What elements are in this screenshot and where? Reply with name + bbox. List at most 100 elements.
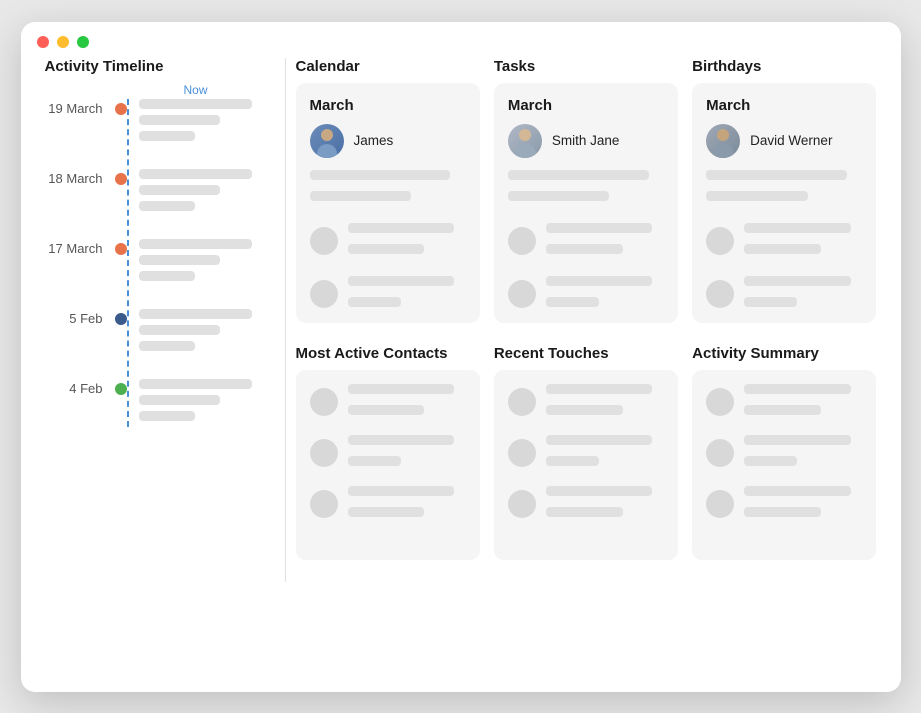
calendar-skeletons [310, 170, 466, 313]
skeleton-group [310, 170, 466, 207]
skeleton [348, 384, 454, 394]
timeline-title: Activity Timeline [45, 58, 265, 75]
skeleton-lines [546, 384, 664, 421]
skeleton [546, 244, 623, 254]
skeleton [139, 341, 196, 351]
main-window: Activity Timeline Now 19 March 18 March [21, 22, 901, 692]
timeline-date: 18 March [45, 169, 115, 186]
skeleton-circle [310, 388, 338, 416]
skeleton-circle [310, 227, 338, 255]
tasks-person-name: Smith Jane [552, 133, 620, 148]
skeleton-lines [744, 435, 862, 472]
skeleton [744, 507, 821, 517]
avatar [706, 124, 740, 158]
skeleton [348, 297, 401, 307]
tasks-card: March Smith Jane [494, 83, 678, 323]
skeleton-group [508, 170, 664, 207]
skeleton [744, 456, 797, 466]
skeleton [348, 435, 454, 445]
close-button[interactable] [37, 36, 49, 48]
skeleton [348, 456, 401, 466]
timeline-dot [115, 173, 127, 185]
skeleton-circle [310, 439, 338, 467]
calendar-month: March [310, 97, 466, 114]
timeline-card [139, 309, 265, 357]
skeleton [744, 405, 821, 415]
birthdays-person-name: David Werner [750, 133, 832, 148]
skeleton [546, 223, 652, 233]
skeleton [348, 486, 454, 496]
skeleton-lines [546, 486, 664, 523]
skeleton-circle [508, 280, 536, 308]
skeleton [139, 309, 252, 319]
activity-summary-title: Activity Summary [692, 345, 876, 362]
skeleton-circle [508, 490, 536, 518]
skeleton-lines [546, 223, 664, 260]
skeleton [348, 223, 454, 233]
calendar-card: March James [296, 83, 480, 323]
skeleton [546, 384, 652, 394]
birthdays-skeletons [706, 170, 862, 313]
tasks-month: March [508, 97, 664, 114]
timeline-item: 19 March [45, 99, 265, 147]
skeleton [706, 170, 847, 180]
skeleton-lines [348, 384, 466, 421]
skeleton-row [508, 276, 664, 313]
skeleton-circle [706, 439, 734, 467]
skeleton-lines [744, 276, 862, 313]
minimize-button[interactable] [57, 36, 69, 48]
birthdays-person: David Werner [706, 124, 862, 158]
timeline-dot [115, 383, 127, 395]
timeline-date: 17 March [45, 239, 115, 256]
calendar-person-name: James [354, 133, 394, 148]
skeleton-circle [508, 439, 536, 467]
timeline-item: 4 Feb [45, 379, 265, 427]
maximize-button[interactable] [77, 36, 89, 48]
skeleton [310, 191, 412, 201]
timeline-item: 17 March [45, 239, 265, 287]
birthdays-section: Birthdays March David Werner [692, 58, 876, 323]
skeleton-lines [348, 486, 466, 523]
skeleton-lines [744, 486, 862, 523]
skeleton-circle [508, 227, 536, 255]
timeline-card [139, 379, 265, 427]
skeleton-row [706, 384, 862, 421]
timeline-dot [115, 243, 127, 255]
skeleton [744, 244, 821, 254]
tasks-skeletons [508, 170, 664, 313]
most-active-title: Most Active Contacts [296, 345, 480, 362]
timeline-date: 4 Feb [45, 379, 115, 396]
most-active-card [296, 370, 480, 560]
birthdays-month: March [706, 97, 862, 114]
tasks-person: Smith Jane [508, 124, 664, 158]
skeleton-lines [546, 435, 664, 472]
recent-touches-card [494, 370, 678, 560]
bottom-columns-row: Most Active Contacts [296, 345, 877, 560]
skeleton [744, 223, 850, 233]
skeleton-row [310, 486, 466, 523]
skeleton-lines [744, 384, 862, 421]
skeleton [546, 486, 652, 496]
calendar-person: James [310, 124, 466, 158]
recent-touches-title: Recent Touches [494, 345, 678, 362]
timeline-panel: Activity Timeline Now 19 March 18 March [45, 58, 285, 582]
skeleton [744, 297, 797, 307]
skeleton [744, 486, 850, 496]
titlebar [21, 22, 901, 58]
skeleton [348, 405, 425, 415]
activity-summary-section: Activity Summary [692, 345, 876, 560]
skeleton [348, 244, 425, 254]
skeleton [706, 191, 808, 201]
top-columns-row: Calendar March James [296, 58, 877, 323]
skeleton [139, 411, 196, 421]
skeleton-group [706, 170, 862, 207]
skeleton [139, 185, 221, 195]
right-panel: Calendar March James [285, 58, 877, 582]
avatar [310, 124, 344, 158]
skeleton-lines [546, 276, 664, 313]
skeleton [546, 507, 623, 517]
now-label: Now [127, 83, 265, 97]
skeleton-circle [706, 490, 734, 518]
skeleton-row [508, 486, 664, 523]
skeleton [348, 507, 425, 517]
